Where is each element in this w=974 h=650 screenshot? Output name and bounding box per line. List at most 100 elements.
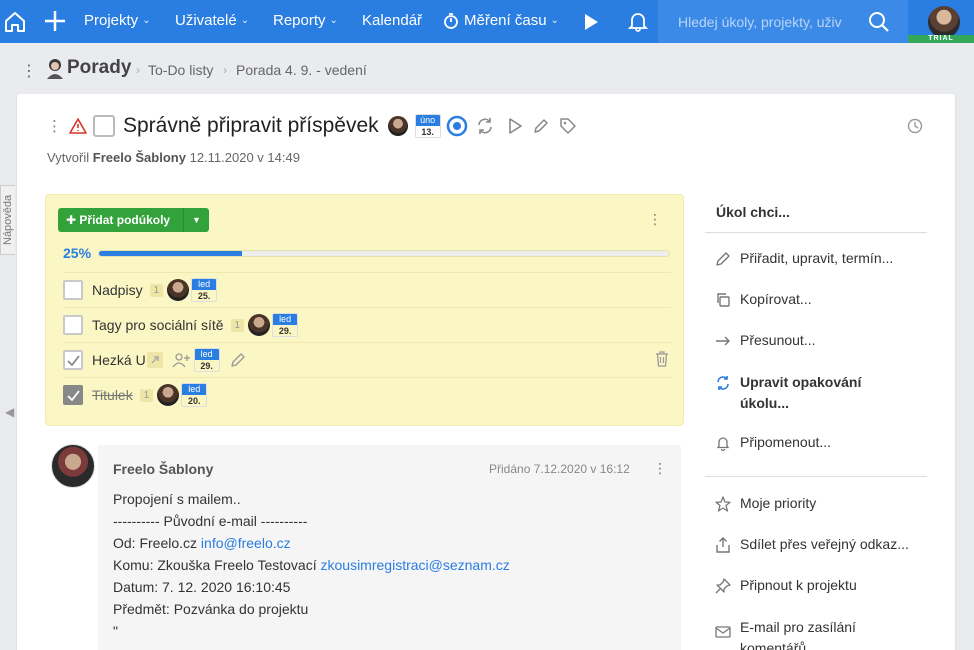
- subtask-label[interactable]: Titulek: [92, 387, 133, 403]
- breadcrumb-menu-icon[interactable]: ⋮: [21, 61, 37, 81]
- checkmark-icon: [66, 389, 80, 401]
- nav-projekty[interactable]: Projekty ⌄: [84, 12, 151, 29]
- subtask-assignee-avatar[interactable]: [248, 314, 271, 336]
- nav-reporty[interactable]: Reporty ⌄: [273, 12, 338, 29]
- comment-count-badge[interactable]: 1: [139, 388, 154, 402]
- subtask-checkbox[interactable]: [63, 350, 83, 370]
- creator-name[interactable]: Freelo Šablony: [93, 150, 186, 165]
- action-remind[interactable]: Připomenout...: [705, 434, 927, 476]
- progress-bar: [98, 250, 670, 257]
- collapse-arrow-icon[interactable]: ◀: [5, 405, 14, 419]
- add-user-icon[interactable]: [172, 352, 190, 368]
- action-copy[interactable]: Kopírovat...: [705, 291, 927, 332]
- search-icon[interactable]: [868, 11, 890, 33]
- comment-menu-icon[interactable]: ⋮: [653, 460, 667, 477]
- progress-percent: 25%: [63, 245, 92, 261]
- subtask-assignee-avatar[interactable]: [167, 279, 190, 301]
- breadcrumb: ⋮ Porady › To-Do listy › Porada 4. 9. - …: [0, 55, 974, 85]
- email-link[interactable]: info@freelo.cz: [201, 535, 291, 551]
- copy-icon: [717, 293, 730, 307]
- pencil-icon[interactable]: [230, 352, 246, 368]
- breadcrumb-separator: ›: [136, 63, 140, 77]
- subtasks-panel: ✚ Přidat podúkoly ▼ ⋮ 25% Nadpisy 1 led 2…: [46, 195, 683, 425]
- top-navigation-bar: Projekty ⌄ Uživatelé ⌄ Reporty ⌄ Kalendář M…: [0, 0, 974, 43]
- home-icon[interactable]: [1, 8, 29, 36]
- comment-date: Přidáno 7.12.2020 v 16:12: [489, 462, 630, 476]
- repeat-icon[interactable]: [475, 116, 495, 136]
- task-menu-icon[interactable]: ⋮: [47, 117, 62, 135]
- stopwatch-icon: [444, 12, 458, 29]
- action-my-priorities[interactable]: Moje priority: [705, 495, 927, 536]
- bell-icon: [716, 437, 730, 451]
- add-subtasks-button[interactable]: ✚ Přidat podúkoly ▼: [58, 208, 209, 232]
- action-pin-to-project[interactable]: Připnout k projektu: [705, 577, 927, 618]
- action-share-link[interactable]: Sdílet přes veřejný odkaz...: [705, 536, 927, 577]
- breadcrumb-task[interactable]: Porada 4. 9. - vedení: [236, 62, 367, 78]
- trash-icon[interactable]: [655, 351, 669, 367]
- divider: [705, 232, 927, 233]
- task-title[interactable]: Správně připravit příspěvek: [123, 114, 379, 138]
- warning-icon[interactable]: [69, 118, 87, 134]
- subtask-due-date[interactable]: led 25.: [191, 278, 218, 302]
- chevron-down-icon[interactable]: ▼: [183, 208, 209, 232]
- comment-count-badge[interactable]: 1: [230, 318, 245, 332]
- actions-header: Úkol chci...: [716, 204, 790, 220]
- task-checkbox[interactable]: [93, 115, 115, 137]
- play-icon[interactable]: [577, 8, 605, 36]
- user-avatar[interactable]: TRIAL: [908, 0, 974, 43]
- subtasks-menu-icon[interactable]: ⋮: [648, 211, 662, 228]
- star-icon: [715, 496, 731, 512]
- comment-author[interactable]: Freelo Šablony: [113, 461, 213, 477]
- tag-icon[interactable]: [559, 117, 577, 135]
- email-link[interactable]: zkousimregistraci@seznam.cz: [321, 557, 510, 573]
- bell-icon[interactable]: [624, 7, 652, 35]
- progress-bar-fill: [99, 251, 242, 256]
- nav-uzivatele[interactable]: Uživatelé ⌄: [175, 12, 249, 29]
- progress-circle-icon[interactable]: [446, 115, 468, 137]
- subtask-row[interactable]: Hezká U led 29.: [63, 342, 671, 377]
- task-actions-panel: Úkol chci... Přiřadit, upravit, termín..…: [705, 194, 927, 650]
- action-edit-repeat[interactable]: Upravit opakování úkolu...: [705, 372, 927, 434]
- subtask-row[interactable]: Nadpisy 1 led 25.: [63, 272, 671, 307]
- action-assign[interactable]: Přiřadit, upravit, termín...: [705, 250, 927, 291]
- search-input[interactable]: Hledej úkoly, projekty, uživ: [678, 14, 853, 30]
- subtask-checkbox[interactable]: [63, 315, 83, 335]
- plus-icon: ✚: [66, 213, 77, 227]
- subtask-due-date[interactable]: led 29.: [272, 313, 299, 337]
- task-detail-card: ⋮ Správně připravit příspěvek úno 13. Vyt…: [17, 94, 955, 650]
- subtask-label[interactable]: Nadpisy: [92, 282, 143, 298]
- pencil-icon[interactable]: [532, 117, 550, 135]
- share-icon: [716, 537, 730, 553]
- subtask-due-date[interactable]: led 20.: [181, 383, 208, 407]
- subtask-checkbox[interactable]: [63, 280, 83, 300]
- open-subtask-icon[interactable]: [146, 352, 163, 368]
- help-side-tab[interactable]: Nápověda: [0, 185, 15, 255]
- subtask-label[interactable]: Tagy pro sociální sítě: [92, 317, 224, 333]
- breadcrumb-list[interactable]: To-Do listy: [148, 62, 213, 78]
- task-title-row: ⋮ Správně připravit příspěvek úno 13.: [47, 111, 577, 141]
- subtask-checkbox[interactable]: [63, 385, 83, 405]
- nav-kalendar[interactable]: Kalendář: [362, 12, 422, 29]
- arrow-right-icon: [716, 336, 730, 346]
- action-move[interactable]: Přesunout...: [705, 332, 927, 373]
- subtask-label[interactable]: Hezká U: [92, 352, 146, 368]
- subtask-due-date[interactable]: led 29.: [193, 348, 220, 372]
- action-email-comments[interactable]: E-mail pro zasílání komentářů...: [705, 617, 927, 650]
- comment-author-avatar[interactable]: [51, 444, 95, 488]
- history-clock-icon[interactable]: [907, 118, 923, 134]
- avatar-image: [928, 6, 960, 38]
- subtask-row[interactable]: Tagy pro sociální sítě 1 led 29.: [63, 307, 671, 342]
- plus-icon[interactable]: [41, 7, 69, 35]
- assignee-avatar[interactable]: [387, 116, 408, 136]
- project-avatar-icon: [47, 59, 63, 79]
- comment-count-badge[interactable]: 1: [149, 283, 164, 297]
- search-box[interactable]: Hledej úkoly, projekty, uživ: [658, 0, 908, 43]
- subtask-row[interactable]: Titulek 1 led 20.: [63, 377, 671, 412]
- due-date-badge[interactable]: úno 13.: [414, 114, 441, 138]
- checkmark-icon: [66, 354, 80, 366]
- subtask-assignee-avatar[interactable]: [157, 384, 180, 406]
- pin-icon: [715, 578, 731, 594]
- breadcrumb-project[interactable]: Porady: [45, 57, 131, 79]
- nav-mereni-casu[interactable]: Měření času ⌄: [443, 12, 559, 29]
- play-icon[interactable]: [507, 117, 523, 135]
